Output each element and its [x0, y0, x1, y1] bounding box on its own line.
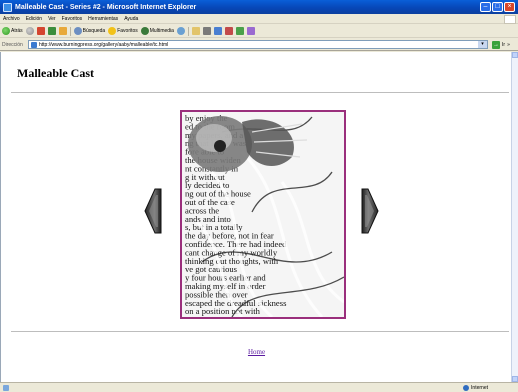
bottom-divider [11, 331, 509, 332]
page-title: Malleable Cast [17, 66, 94, 80]
extra-button-1[interactable] [224, 27, 233, 35]
translate-icon [246, 27, 255, 35]
menu-tools[interactable]: Herramientas [88, 16, 118, 22]
refresh-icon [47, 27, 56, 35]
globe-icon [463, 385, 470, 391]
go-button[interactable]: → Ir [492, 40, 506, 49]
refresh-button[interactable] [47, 27, 56, 35]
research-icon [235, 27, 244, 35]
vertical-scrollbar[interactable] [511, 52, 518, 382]
history-icon [176, 27, 185, 35]
menu-bar: Archivo Edición Ver Favoritos Herramient… [0, 14, 518, 24]
edit-button[interactable] [213, 27, 222, 35]
address-url: http://www.burningpress.org/gallery/aaby… [39, 41, 169, 48]
home-icon [58, 27, 67, 35]
home-button[interactable] [58, 27, 67, 35]
mail-icon [191, 27, 200, 35]
stop-icon [36, 27, 45, 35]
forward-arrow-icon [25, 27, 34, 35]
right-arrow-icon [361, 188, 379, 234]
scroll-up-icon[interactable] [512, 52, 518, 58]
search-label: Búsqueda [82, 28, 106, 34]
artwork-text-line: on a position not with [185, 306, 261, 316]
maximize-button[interactable]: □ [492, 2, 503, 12]
previous-arrow-button[interactable] [143, 187, 163, 235]
toolbar-separator [69, 26, 71, 36]
close-button[interactable]: × [504, 2, 515, 12]
zone-label: Internet [471, 385, 488, 391]
page-status-icon [3, 384, 9, 391]
star-icon [108, 27, 117, 35]
menu-edit[interactable]: Edición [26, 16, 42, 22]
back-arrow-icon [2, 27, 10, 35]
media-button[interactable]: Multimedia [140, 27, 174, 35]
menu-help[interactable]: Ayuda [124, 16, 138, 22]
address-input[interactable]: http://www.burningpress.org/gallery/aaby… [28, 40, 488, 49]
address-dropdown-icon[interactable]: ▾ [478, 41, 487, 48]
toolbar-separator [187, 26, 189, 36]
history-button[interactable] [176, 27, 185, 35]
artwork-illustration: by enjoy theed to the roommy papers, and… [182, 112, 344, 317]
extra-button-2[interactable] [235, 27, 244, 35]
artwork-image: by enjoy theed to the roommy papers, and… [180, 110, 346, 319]
window-title: Malleable Cast - Series #2 - Microsoft I… [15, 3, 197, 11]
toolbar: Atrás Búsqueda Favoritos Multimedia [0, 25, 518, 38]
address-label: Dirección [2, 41, 23, 48]
forward-button[interactable] [25, 27, 34, 35]
search-button[interactable]: Búsqueda [73, 27, 106, 35]
address-bar: Dirección http://www.burningpress.org/ga… [0, 39, 518, 51]
browser-window: Malleable Cast - Series #2 - Microsoft I… [0, 0, 518, 392]
window-controls: – □ × [480, 2, 515, 12]
home-link[interactable]: Home [1, 348, 511, 356]
menu-favorites[interactable]: Favoritos [62, 16, 83, 22]
menu-view[interactable]: Ver [48, 16, 56, 22]
favorites-label: Favoritos [117, 28, 138, 34]
favorites-button[interactable]: Favoritos [108, 27, 138, 35]
ie-app-icon [3, 2, 12, 12]
print-button[interactable] [202, 27, 211, 35]
links-chevron-icon[interactable]: » [507, 42, 510, 48]
page-icon [31, 42, 37, 48]
status-bar: Internet [0, 382, 518, 392]
messenger-icon [224, 27, 233, 35]
extra-button-3[interactable] [246, 27, 255, 35]
edit-icon [213, 27, 222, 35]
left-arrow-icon [144, 188, 162, 234]
back-label: Atrás [11, 28, 23, 34]
title-bar: Malleable Cast - Series #2 - Microsoft I… [0, 0, 518, 14]
search-icon [73, 27, 82, 35]
menu-file[interactable]: Archivo [3, 16, 20, 22]
stop-button[interactable] [36, 27, 45, 35]
top-divider [11, 92, 509, 93]
go-arrow-icon: → [492, 40, 500, 49]
mail-button[interactable] [191, 27, 200, 35]
go-label: Ir [502, 41, 506, 48]
back-button[interactable]: Atrás [2, 27, 23, 35]
ie-throbber-logo [504, 15, 516, 24]
security-zone: Internet [463, 385, 488, 391]
page-viewport: Malleable Cast by enjoy theed to the roo… [0, 52, 511, 382]
minimize-button[interactable]: – [480, 2, 491, 12]
media-icon [140, 27, 149, 35]
media-label: Multimedia [149, 28, 174, 34]
next-arrow-button[interactable] [360, 187, 380, 235]
printer-icon [202, 27, 211, 35]
